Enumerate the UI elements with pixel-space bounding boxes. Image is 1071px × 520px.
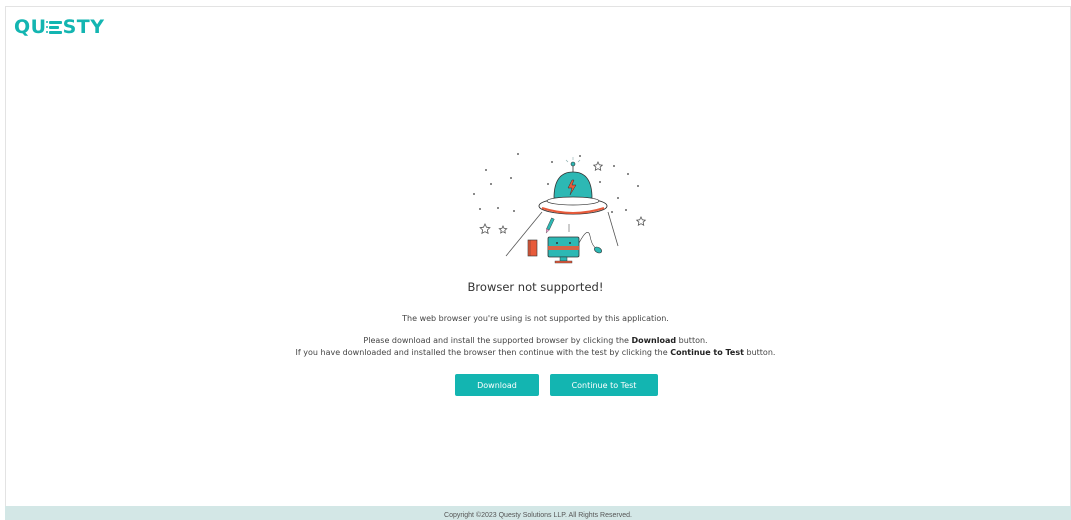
- download-button[interactable]: Download: [455, 374, 539, 396]
- download-instruction-tail: button.: [676, 336, 708, 345]
- logo-text-suffix: STY: [62, 16, 105, 38]
- continue-instruction-bold: Continue to Test: [670, 348, 744, 357]
- download-instruction-bold: Download: [631, 336, 677, 345]
- continue-instruction: If you have downloaded and installed the…: [0, 347, 1071, 358]
- logo-text-prefix: QU: [14, 16, 47, 38]
- footer: Copyright ©2023 Questy Solutions LLP. Al…: [5, 506, 1071, 520]
- continue-instruction-text: If you have downloaded and installed the…: [295, 348, 671, 357]
- unsupported-message: The web browser you're using is not supp…: [402, 314, 669, 323]
- page-title: Browser not supported!: [467, 280, 604, 294]
- copyright-text: Copyright ©2023 Questy Solutions LLP. Al…: [444, 512, 632, 519]
- download-instruction: Please download and install the supporte…: [0, 335, 1071, 346]
- download-instruction-text: Please download and install the supporte…: [363, 336, 632, 345]
- continue-to-test-button[interactable]: Continue to Test: [550, 374, 658, 396]
- ufo-illustration: [473, 153, 647, 264]
- questy-logo: QU STY: [14, 16, 105, 38]
- logo-e-icon: [45, 20, 62, 34]
- continue-instruction-tail: button.: [743, 348, 776, 357]
